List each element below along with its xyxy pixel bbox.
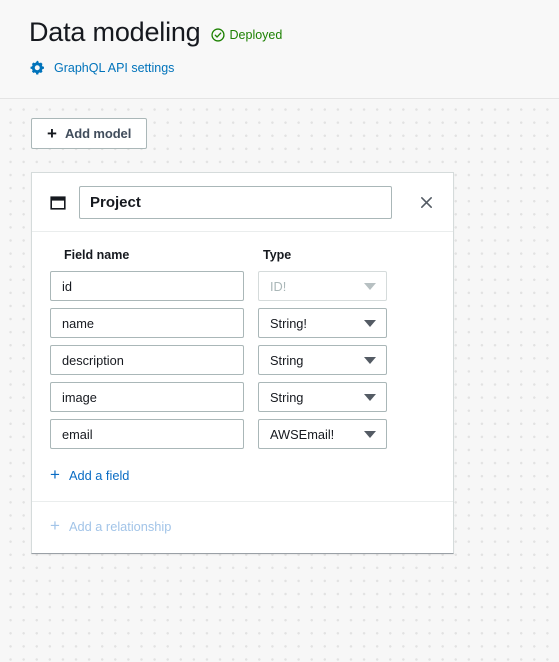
field-type-select[interactable]: AWSEmail! (258, 419, 387, 449)
chevron-down-icon (364, 283, 376, 290)
gear-icon (30, 60, 44, 75)
plus-icon: + (47, 123, 57, 143)
fields-list: ID! String! String String AWSEmail! (50, 271, 435, 449)
graphql-api-settings-link[interactable]: GraphQL API settings (29, 60, 174, 76)
data-model-canvas: + Add model Field name Type ID! String! St… (0, 99, 559, 662)
status-badge-label: Deployed (229, 28, 283, 43)
fields-section: Field name Type ID! String! String String AW… (32, 232, 453, 466)
add-field-label: Add a field (68, 468, 130, 483)
chevron-down-icon (364, 431, 376, 438)
field-type-select[interactable]: String (258, 382, 387, 412)
field-name-input[interactable] (50, 419, 244, 449)
model-card: Field name Type ID! String! String String AW… (31, 172, 454, 554)
field-name-input[interactable] (50, 308, 244, 338)
chevron-down-icon (364, 320, 376, 327)
add-relationship-button[interactable]: + Add a relationship (50, 516, 172, 535)
field-name-input[interactable] (50, 345, 244, 375)
column-header-type: Type (263, 248, 292, 262)
model-card-header (32, 173, 453, 232)
field-row: ID! (50, 271, 435, 301)
add-field-row: + Add a field (32, 466, 453, 502)
column-header-field-name: Field name (64, 248, 130, 262)
field-type-select[interactable]: String (258, 345, 387, 375)
model-window-icon (50, 195, 66, 210)
check-circle-icon (210, 28, 225, 42)
status-badge: Deployed (210, 28, 283, 43)
field-type-value: String (270, 352, 304, 368)
add-model-button[interactable]: + Add model (31, 118, 148, 149)
field-type-value: ID! (270, 278, 287, 294)
title-row: Data modeling Deployed (29, 17, 559, 48)
close-model-button[interactable] (413, 190, 439, 216)
field-row: AWSEmail! (50, 419, 435, 449)
field-type-select: ID! (258, 271, 387, 301)
add-relationship-row: + Add a relationship (32, 502, 453, 553)
field-row: String (50, 382, 435, 412)
close-icon (420, 197, 432, 208)
field-name-input[interactable] (50, 382, 244, 412)
field-type-value: String (270, 389, 304, 405)
fields-column-headers: Field name Type (50, 248, 435, 262)
add-field-button[interactable]: + Add a field (50, 465, 130, 484)
page-header: Data modeling Deployed GraphQL API setti… (0, 0, 559, 99)
field-row: String! (50, 308, 435, 338)
graphql-api-settings-label: GraphQL API settings (54, 60, 175, 75)
chevron-down-icon (364, 357, 376, 364)
field-name-input[interactable] (50, 271, 244, 301)
add-model-label: Add model (64, 126, 132, 141)
plus-icon: + (50, 516, 60, 535)
field-row: String (50, 345, 435, 375)
field-type-select[interactable]: String! (258, 308, 387, 338)
header-content: Data modeling Deployed GraphQL API setti… (0, 0, 559, 76)
field-type-value: AWSEmail! (270, 426, 335, 442)
page-title: Data modeling (29, 17, 201, 47)
field-type-value: String! (270, 315, 307, 331)
add-relationship-label: Add a relationship (68, 519, 172, 534)
model-name-input[interactable] (79, 186, 392, 219)
plus-icon: + (50, 465, 60, 484)
chevron-down-icon (364, 394, 376, 401)
